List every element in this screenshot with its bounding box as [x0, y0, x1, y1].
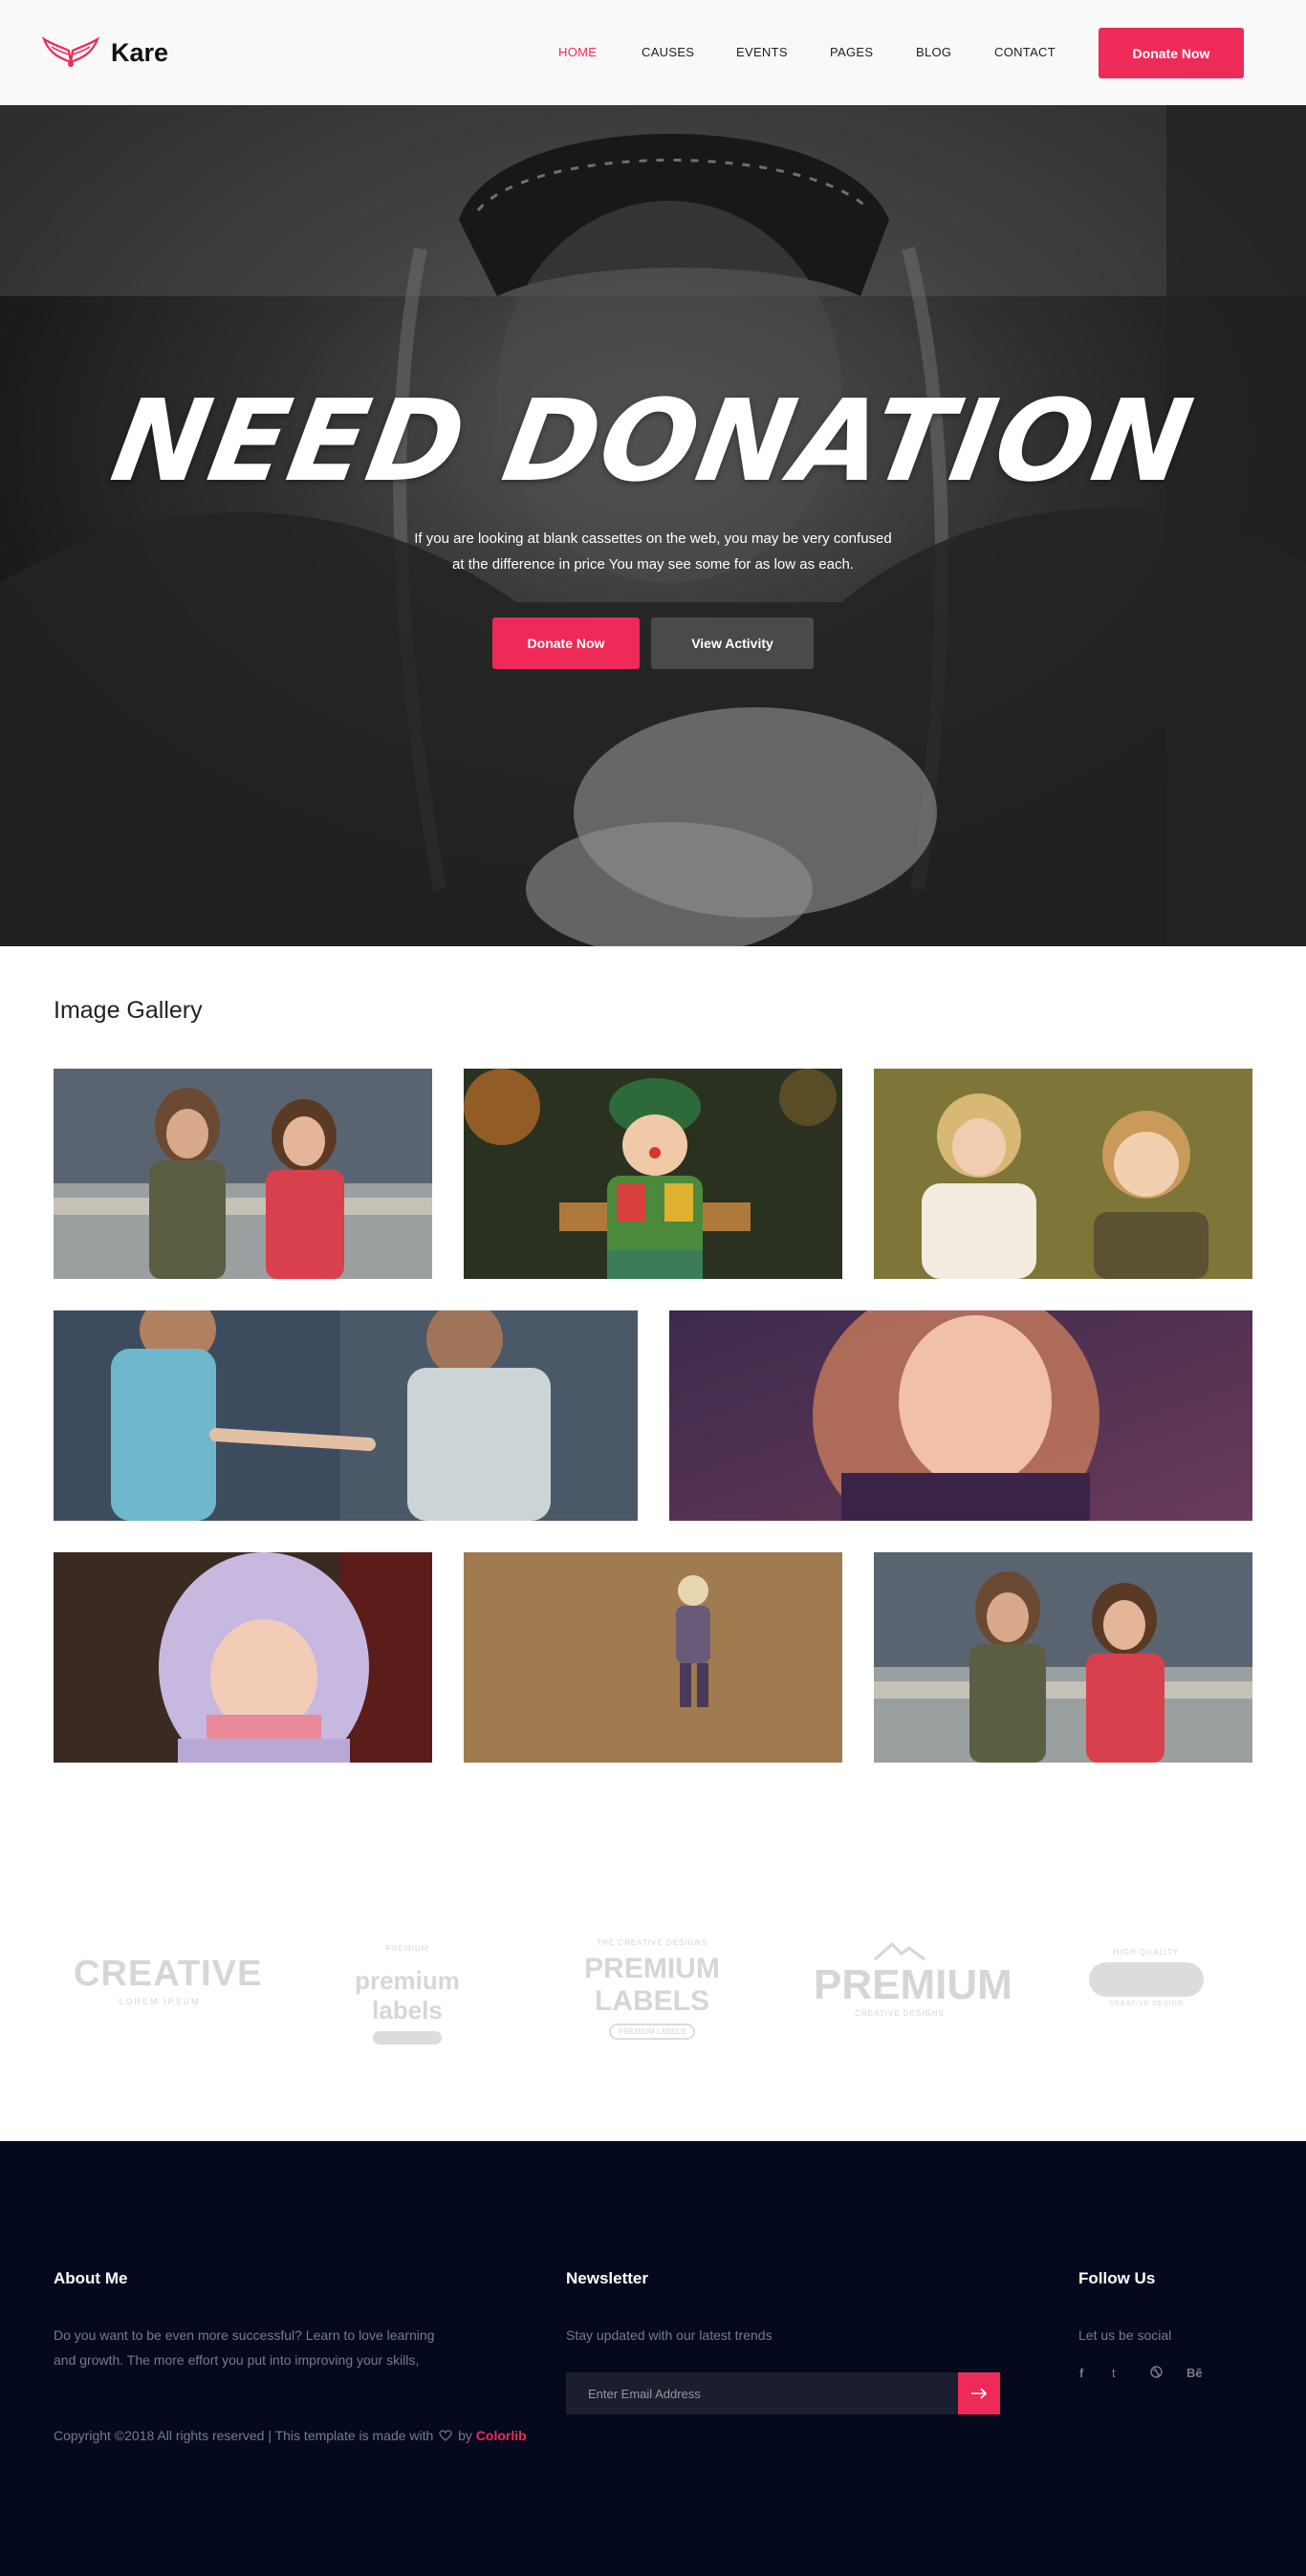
- about-text: Do you want to be even more successful? …: [54, 2323, 434, 2372]
- arrow-right-icon: [971, 2388, 988, 2399]
- follow-title: Follow Us: [1078, 2269, 1156, 2287]
- email-input[interactable]: Enter Email Address: [566, 2372, 958, 2414]
- heart-icon: [439, 2430, 452, 2441]
- header-donate-button[interactable]: Donate Now: [1099, 28, 1244, 78]
- brand-logo-premium-labels-2: THE CREATIVE DESIGNS PREMIUM LABELS PREM…: [566, 1933, 738, 2040]
- about-title: About Me: [54, 2269, 128, 2287]
- facebook-icon[interactable]: f: [1079, 2366, 1083, 2380]
- brand-logo-sub: PREMIUM LABELS: [609, 2024, 695, 2040]
- brand-logo-sub: LOREM IPSUM: [119, 1997, 201, 2006]
- hero-title: NEED DONATION: [103, 375, 1203, 507]
- view-activity-button[interactable]: View Activity: [651, 617, 814, 669]
- brand-logo-main: PREMIUM LABELS: [584, 1953, 720, 2017]
- brand-logo-high-quality: HIGH QUALITY CREATIVE DESIGN: [1060, 1933, 1232, 2007]
- wings-logo-icon: [42, 36, 99, 67]
- copyright-text: Copyright ©2018 All rights reserved | Th…: [54, 2428, 434, 2443]
- gallery-image-smiling-girl[interactable]: [669, 1310, 1252, 1521]
- brand-logo-creative: CREATIVE LOREM IPSUM: [74, 1933, 263, 2006]
- nav-item-home[interactable]: HOME: [558, 45, 597, 59]
- gallery-image-two-girls-2[interactable]: [874, 1552, 1252, 1763]
- nav-item-events[interactable]: EVENTS: [736, 45, 788, 59]
- behance-icon[interactable]: Bē: [1186, 2366, 1203, 2380]
- brand-logo-main: CREATIVE: [74, 1954, 263, 1994]
- about-text-line-2: and growth. The more effort you put into…: [54, 2352, 420, 2368]
- site-header: Kare HOME CAUSES EVENTS PAGES BLOG CONTA…: [0, 0, 1306, 105]
- brand-logo-premium-labels: PREMIUM premium labels: [321, 1933, 493, 2045]
- newsletter-title: Newsletter: [566, 2269, 648, 2287]
- hero-description-line-1: If you are looking at blank cassettes on…: [414, 530, 892, 547]
- gallery-image-girl-in-hood[interactable]: [54, 1552, 432, 1763]
- mountain-icon: [874, 1941, 925, 1961]
- brand-logo-sub: CREATIVE DESIGN: [1108, 2001, 1185, 2007]
- gallery-image-clown-doll[interactable]: [464, 1069, 842, 1279]
- nav-item-pages[interactable]: PAGES: [830, 45, 873, 59]
- brand-logo-main: premium labels: [355, 1966, 460, 2024]
- hero-donate-button[interactable]: Donate Now: [492, 617, 640, 669]
- brand-logo-top: PREMIUM: [385, 1944, 429, 1953]
- logo[interactable]: Kare: [42, 33, 168, 72]
- logo-text: Kare: [111, 37, 169, 67]
- gallery-image-two-girls[interactable]: [54, 1069, 432, 1279]
- dribbble-glyph-icon: [1150, 2366, 1163, 2378]
- subscribe-button[interactable]: [958, 2372, 1000, 2414]
- about-text-line-1: Do you want to be even more successful? …: [54, 2327, 435, 2343]
- colorlib-link[interactable]: Colorlib: [476, 2428, 527, 2443]
- copyright-by: by: [458, 2428, 472, 2443]
- twitter-icon[interactable]: t: [1112, 2366, 1116, 2380]
- follow-text: Let us be social: [1078, 2327, 1172, 2343]
- gallery-image-child-in-field[interactable]: [464, 1552, 842, 1763]
- brand-logo-premium: PREMIUM CREATIVE DESIGNS: [814, 1933, 1012, 2018]
- brand-logo-badge: [1089, 1962, 1204, 1997]
- gallery-title: Image Gallery: [54, 997, 203, 1024]
- nav-item-blog[interactable]: BLOG: [916, 45, 951, 59]
- gallery-image-two-toddlers[interactable]: [874, 1069, 1252, 1279]
- nav-item-contact[interactable]: CONTACT: [994, 45, 1056, 59]
- dribbble-icon[interactable]: [1150, 2366, 1163, 2381]
- brand-logo-sub: CREATIVE DESIGNS: [855, 2009, 945, 2018]
- hero-description: If you are looking at blank cassettes on…: [0, 526, 1306, 577]
- copyright: Copyright ©2018 All rights reserved | Th…: [54, 2428, 527, 2443]
- newsletter-text: Stay updated with our latest trends: [566, 2327, 773, 2343]
- brand-logo-ribbon: [373, 2031, 442, 2045]
- hero-banner: NEED DONATION If you are looking at blan…: [0, 105, 1306, 946]
- brand-logo-top: THE CREATIVE DESIGNS: [597, 1938, 707, 1947]
- brand-logo-top: HIGH QUALITY: [1113, 1948, 1180, 1957]
- nav-item-causes[interactable]: CAUSES: [642, 45, 694, 59]
- gallery-image-kids-holding-hands[interactable]: [54, 1310, 638, 1521]
- brand-logo-main: PREMIUM: [814, 1961, 1012, 2008]
- hero-description-line-2: at the difference in price You may see s…: [452, 556, 854, 573]
